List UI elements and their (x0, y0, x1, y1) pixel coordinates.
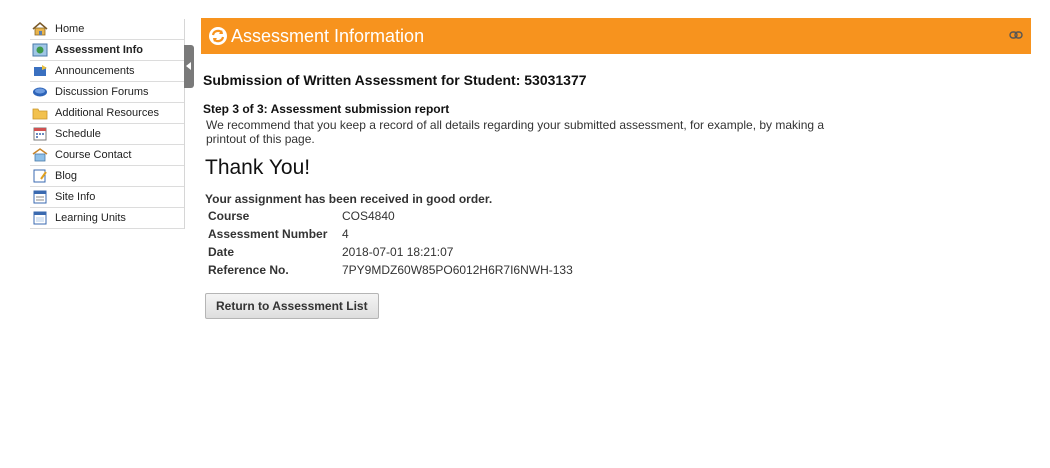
main-content: Submission of Written Assessment for Stu… (203, 70, 1023, 319)
sidebar-item-label: Discussion Forums (55, 86, 149, 98)
refresh-icon[interactable] (208, 26, 228, 46)
detail-value: 4 (342, 227, 349, 241)
detail-label: Reference No. (208, 263, 289, 277)
contact-icon (32, 148, 48, 162)
detail-value: COS4840 (342, 209, 395, 223)
sidebar-item-label: Site Info (55, 191, 96, 203)
announcements-icon (34, 65, 47, 76)
sidebar-item-discussion-forums[interactable]: Discussion Forums (30, 82, 184, 103)
detail-label: Assessment Number (208, 227, 328, 241)
table-row: Course COS4840 (205, 207, 576, 225)
units-icon (33, 211, 47, 225)
detail-value: 2018-07-01 18:21:07 (342, 245, 454, 259)
received-message: Your assignment has been received in goo… (205, 192, 493, 206)
link-icon[interactable] (1009, 30, 1023, 40)
sidebar-item-blog[interactable]: Blog (30, 166, 184, 187)
sidebar-collapse-toggle[interactable] (184, 45, 194, 88)
table-row: Assessment Number 4 (205, 225, 576, 243)
sidebar-nav: Home Assessment Info Announcements Discu… (30, 19, 185, 229)
sidebar-item-label: Learning Units (55, 212, 126, 224)
sidebar-item-site-info[interactable]: Site Info (30, 187, 184, 208)
submission-details-table: Course COS4840 Assessment Number 4 Date … (205, 207, 576, 279)
home-icon (32, 22, 48, 36)
submission-heading: Submission of Written Assessment for Stu… (203, 72, 587, 88)
sidebar-item-additional-resources[interactable]: Additional Resources (30, 103, 184, 124)
sidebar-item-home[interactable]: Home (30, 19, 184, 40)
page-title: Assessment Information (231, 25, 425, 46)
sidebar-item-label: Course Contact (55, 149, 132, 161)
sidebar-item-label: Assessment Info (55, 44, 144, 56)
sidebar-item-learning-units[interactable]: Learning Units (30, 208, 184, 229)
sidebar-item-announcements[interactable]: Announcements (30, 61, 184, 82)
sidebar-item-label: Announcements (55, 65, 135, 77)
table-row: Date 2018-07-01 18:21:07 (205, 243, 576, 261)
detail-label: Date (208, 245, 235, 259)
sidebar-item-schedule[interactable]: Schedule (30, 124, 184, 145)
step-heading: Step 3 of 3: Assessment submission repor… (203, 102, 450, 116)
sidebar-item-label: Blog (55, 170, 78, 182)
forums-icon (33, 87, 47, 97)
blog-icon (33, 169, 47, 183)
thank-you-heading: Thank You! (205, 156, 311, 179)
sidebar-item-label: Schedule (55, 128, 101, 140)
calendar-icon (33, 127, 47, 141)
detail-value: 7PY9MDZ60W85PO6012H6R7I6NWH-133 (342, 263, 573, 277)
table-row: Reference No. 7PY9MDZ60W85PO6012H6R7I6NW… (205, 261, 576, 279)
sidebar-item-assessment-info[interactable]: Assessment Info (30, 40, 184, 61)
sidebar-item-label: Home (55, 23, 85, 35)
folder-icon (32, 108, 48, 120)
sidebar-item-course-contact[interactable]: Course Contact (30, 145, 184, 166)
assessment-icon (32, 43, 48, 57)
recommend-text: We recommend that you keep a record of a… (206, 118, 825, 146)
tool-header-bar: Assessment Information (201, 18, 1031, 54)
return-to-assessment-list-button[interactable]: Return to Assessment List (205, 293, 379, 319)
info-icon (33, 190, 47, 204)
sidebar-item-label: Additional Resources (55, 107, 159, 119)
detail-label: Course (208, 209, 250, 223)
